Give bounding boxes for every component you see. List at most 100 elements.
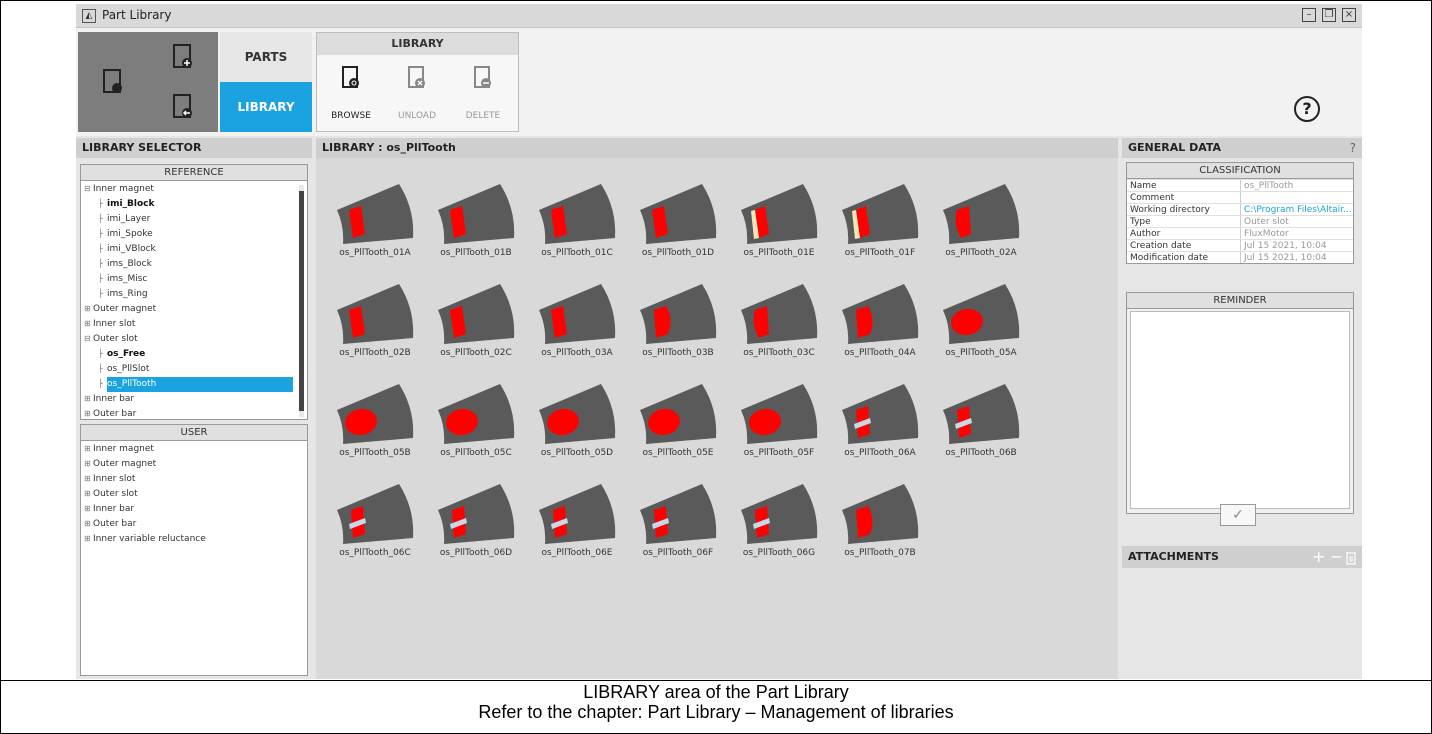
- minimize-icon[interactable]: –: [1302, 8, 1316, 22]
- classification-row: Type Outer slot: [1127, 215, 1353, 227]
- restore-icon[interactable]: ❐: [1322, 8, 1336, 22]
- tooth-part-icon: [539, 284, 616, 344]
- part-thumbnail[interactable]: os_PllTooth_06C: [324, 476, 426, 576]
- part-thumbnail[interactable]: os_PllTooth_02C: [425, 276, 527, 376]
- tree-leaf[interactable]: ├ imi_Block: [84, 196, 307, 211]
- tooth-part-icon: [640, 184, 717, 244]
- tooth-part-icon: [337, 484, 414, 544]
- browse-button[interactable]: BROWSE: [321, 61, 381, 121]
- expand-icon[interactable]: ⊞: [84, 456, 93, 471]
- part-thumbnail[interactable]: os_PllTooth_05F: [728, 376, 830, 476]
- part-thumbnail[interactable]: os_PllTooth_06G: [728, 476, 830, 576]
- tooth-part-icon: [337, 184, 414, 244]
- part-thumbnail[interactable]: os_PllTooth_05B: [324, 376, 426, 476]
- remove-attachment-icon[interactable]: −: [1330, 547, 1343, 567]
- tooth-part-icon: [741, 384, 818, 444]
- part-thumbnail[interactable]: os_PllTooth_03B: [627, 276, 729, 376]
- part-thumbnail[interactable]: os_PllTooth_01C: [526, 176, 628, 276]
- tree-leaf[interactable]: ├ ims_Ring: [84, 286, 307, 301]
- tree-category[interactable]: ⊞ Outer magnet: [84, 301, 307, 316]
- tree-category[interactable]: ⊞ Inner slot: [84, 316, 307, 331]
- field-value[interactable]: [1241, 192, 1353, 203]
- part-thumbnail[interactable]: os_PllTooth_01A: [324, 176, 426, 276]
- part-thumbnail[interactable]: os_PllTooth_05D: [526, 376, 628, 476]
- part-thumbnail[interactable]: os_PllTooth_07B: [829, 476, 931, 576]
- tree-category[interactable]: ⊞ Inner variable reluctance: [84, 531, 307, 546]
- expand-icon[interactable]: ⊞: [84, 531, 93, 546]
- tree-branch-line: ├: [98, 289, 103, 298]
- tree-category[interactable]: ⊞ Inner magnet: [84, 441, 307, 456]
- validate-button[interactable]: ✓: [1220, 504, 1256, 526]
- tree-leaf[interactable]: ├ imi_Layer: [84, 211, 307, 226]
- part-thumbnail[interactable]: os_PllTooth_05E: [627, 376, 729, 476]
- field-value: Jul 15 2021, 10:04: [1244, 241, 1327, 251]
- trash-icon[interactable]: [1346, 550, 1356, 570]
- add-attachment-icon[interactable]: +: [1312, 547, 1325, 567]
- tab-parts[interactable]: PARTS: [220, 32, 312, 82]
- part-thumbnail[interactable]: os_PllTooth_06A: [829, 376, 931, 476]
- delete-button[interactable]: DELETE: [453, 61, 513, 121]
- reminder-textarea[interactable]: [1130, 311, 1350, 509]
- tab-library[interactable]: LIBRARY: [220, 82, 312, 132]
- part-thumbnail[interactable]: os_PllTooth_03A: [526, 276, 628, 376]
- part-thumbnail[interactable]: os_PllTooth_01E: [728, 176, 830, 276]
- part-thumbnail[interactable]: os_PllTooth_06E: [526, 476, 628, 576]
- tooth-part-icon: [842, 184, 919, 244]
- tree-leaf[interactable]: ├ os_PllTooth: [84, 376, 307, 392]
- part-thumbnail[interactable]: os_PllTooth_05C: [425, 376, 527, 476]
- tree-leaf[interactable]: ├ ims_Misc: [84, 271, 307, 286]
- part-thumbnail[interactable]: os_PllTooth_01B: [425, 176, 527, 276]
- tree-category[interactable]: ⊞ Outer bar: [84, 516, 307, 531]
- general-data-help-icon[interactable]: ?: [1350, 141, 1356, 155]
- part-name: os_PllTooth_04A: [844, 348, 916, 358]
- tree-category[interactable]: ⊞ Outer bar: [84, 406, 307, 421]
- help-icon[interactable]: ?: [1294, 96, 1320, 122]
- expand-icon[interactable]: ⊞: [84, 486, 93, 501]
- reference-scrollbar[interactable]: [299, 185, 304, 417]
- part-thumbnail[interactable]: os_PllTooth_01D: [627, 176, 729, 276]
- part-thumbnail[interactable]: os_PllTooth_02A: [930, 176, 1032, 276]
- collapse-icon[interactable]: ⊟: [84, 331, 93, 346]
- general-data-title: GENERAL DATA: [1122, 138, 1362, 158]
- part-thumbnail[interactable]: os_PllTooth_06B: [930, 376, 1032, 476]
- expand-icon[interactable]: ⊞: [84, 471, 93, 486]
- tree-category[interactable]: ⊞ Inner bar: [84, 501, 307, 516]
- library-manage-tile[interactable]: [78, 32, 148, 132]
- expand-icon[interactable]: ⊞: [84, 406, 93, 421]
- new-part-tile[interactable]: [148, 32, 218, 82]
- expand-icon[interactable]: ⊞: [84, 516, 93, 531]
- close-icon[interactable]: ×: [1342, 8, 1356, 22]
- tree-branch-line: ├: [98, 244, 103, 253]
- scrollbar-thumb[interactable]: [299, 191, 304, 411]
- import-part-tile[interactable]: [148, 82, 218, 132]
- tree-category[interactable]: ⊞ Inner slot: [84, 471, 307, 486]
- tooth-part-icon: [640, 384, 717, 444]
- part-thumbnail[interactable]: os_PllTooth_05A: [930, 276, 1032, 376]
- tree-leaf[interactable]: ├ os_Free: [84, 346, 307, 361]
- part-thumbnail[interactable]: os_PllTooth_06D: [425, 476, 527, 576]
- tree-category[interactable]: ⊞ Outer slot: [84, 486, 307, 501]
- tree-item-label: Outer bar: [93, 519, 137, 529]
- expand-icon[interactable]: ⊞: [84, 301, 93, 316]
- part-thumbnail[interactable]: os_PllTooth_04A: [829, 276, 931, 376]
- expand-icon[interactable]: ⊞: [84, 501, 93, 516]
- tree-category[interactable]: ⊟ Outer slot: [84, 331, 307, 346]
- tree-leaf[interactable]: ├ os_PllSlot: [84, 361, 307, 376]
- part-thumbnail[interactable]: os_PllTooth_03C: [728, 276, 830, 376]
- expand-icon[interactable]: ⊞: [84, 441, 93, 456]
- tree-category[interactable]: ⊟ Inner magnet: [84, 181, 307, 196]
- tree-leaf[interactable]: ├ imi_VBlock: [84, 241, 307, 256]
- tree-item-label: Outer slot: [93, 334, 138, 344]
- part-thumbnail[interactable]: os_PllTooth_01F: [829, 176, 931, 276]
- part-thumbnail[interactable]: os_PllTooth_02B: [324, 276, 426, 376]
- part-thumbnail[interactable]: os_PllTooth_06F: [627, 476, 729, 576]
- classification-row: Author FluxMotor: [1127, 227, 1353, 239]
- tree-leaf[interactable]: ├ ims_Block: [84, 256, 307, 271]
- tree-category[interactable]: ⊞ Inner bar: [84, 391, 307, 406]
- tree-leaf[interactable]: ├ imi_Spoke: [84, 226, 307, 241]
- expand-icon[interactable]: ⊞: [84, 316, 93, 331]
- tree-category[interactable]: ⊞ Outer magnet: [84, 456, 307, 471]
- collapse-icon[interactable]: ⊟: [84, 181, 93, 196]
- expand-icon[interactable]: ⊞: [84, 391, 93, 406]
- unload-button[interactable]: UNLOAD: [387, 61, 447, 121]
